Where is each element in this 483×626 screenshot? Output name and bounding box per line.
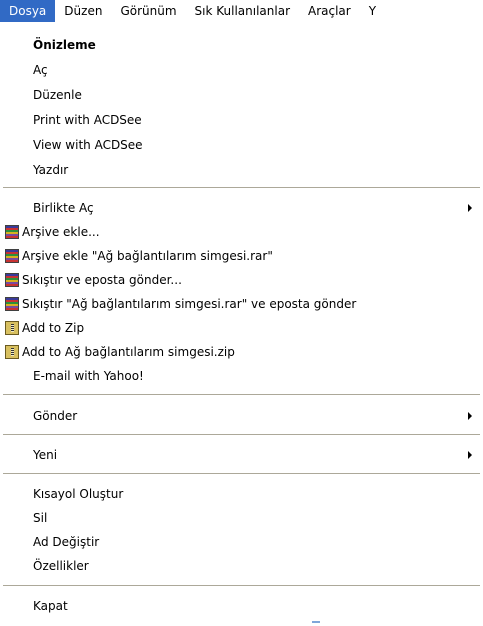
menu-item-close[interactable]: Kapat bbox=[0, 595, 483, 617]
menu-bar: Dosya Düzen Görünüm Sık Kullanılanlar Ar… bbox=[0, 0, 483, 22]
menu-item-label: Özellikler bbox=[33, 559, 89, 573]
menu-item-add-to-zip[interactable]: Add to Zip bbox=[0, 317, 483, 339]
menubar-edit[interactable]: Düzen bbox=[55, 0, 111, 22]
menu-item-label: Sil bbox=[33, 511, 48, 525]
menu-item-send-to[interactable]: Gönder bbox=[0, 405, 483, 427]
menu-item-label: Sıkıştır "Ağ bağlantılarım simgesi.rar" … bbox=[22, 297, 357, 311]
menu-item-label: E-mail with Yahoo! bbox=[33, 369, 144, 383]
menu-item-label: Ad Değiştir bbox=[33, 535, 100, 549]
winrar-icon bbox=[5, 273, 19, 287]
menubar-help[interactable]: Y bbox=[360, 0, 385, 22]
menu-item-label: Add to Zip bbox=[22, 321, 85, 335]
menu-item-new[interactable]: Yeni bbox=[0, 444, 483, 466]
submenu-arrow-icon bbox=[468, 412, 472, 420]
winrar-icon bbox=[5, 249, 19, 263]
menu-item-label: Gönder bbox=[33, 409, 78, 423]
winzip-icon bbox=[5, 345, 19, 359]
menu-item-label: Kısayol Oluştur bbox=[33, 487, 124, 501]
menu-item-label: Yeni bbox=[33, 448, 58, 462]
menu-item-compress-email[interactable]: Sıkıştır ve eposta gönder... bbox=[0, 269, 483, 291]
menu-separator bbox=[3, 187, 480, 188]
menubar-file[interactable]: Dosya bbox=[0, 0, 56, 22]
menubar-tools[interactable]: Araçlar bbox=[299, 0, 360, 22]
menu-item-open[interactable]: Aç bbox=[0, 59, 483, 81]
menubar-favorites[interactable]: Sık Kullanılanlar bbox=[186, 0, 299, 22]
menu-item-preview[interactable]: Önizleme bbox=[0, 34, 483, 56]
menu-separator bbox=[3, 434, 480, 435]
menu-item-label: Add to Ağ bağlantılarım simgesi.zip bbox=[22, 345, 235, 359]
menu-item-view-acdsee[interactable]: View with ACDSee bbox=[0, 134, 483, 156]
menu-item-add-to-rar[interactable]: Arşive ekle "Ağ bağlantılarım simgesi.ra… bbox=[0, 245, 483, 267]
menu-item-label: Birlikte Aç bbox=[33, 201, 94, 215]
menu-item-label: Arşive ekle... bbox=[22, 225, 100, 239]
menu-item-create-shortcut[interactable]: Kısayol Oluştur bbox=[0, 483, 483, 505]
menu-item-label: Arşive ekle "Ağ bağlantılarım simgesi.ra… bbox=[22, 249, 273, 263]
menu-item-label: Yazdır bbox=[33, 163, 69, 177]
menu-item-print[interactable]: Yazdır bbox=[0, 159, 483, 181]
menu-item-properties[interactable]: Özellikler bbox=[0, 555, 483, 577]
menu-item-compress-rar-email[interactable]: Sıkıştır "Ağ bağlantılarım simgesi.rar" … bbox=[0, 293, 483, 315]
menu-item-add-to-archive[interactable]: Arşive ekle... bbox=[0, 221, 483, 243]
menu-item-rename[interactable]: Ad Değiştir bbox=[0, 531, 483, 553]
winzip-icon bbox=[5, 321, 19, 335]
menu-item-label: Aç bbox=[33, 63, 48, 77]
menu-separator bbox=[3, 585, 480, 586]
menu-item-print-acdsee[interactable]: Print with ACDSee bbox=[0, 109, 483, 131]
menubar-view[interactable]: Görünüm bbox=[111, 0, 185, 22]
menu-separator bbox=[3, 473, 480, 474]
menu-item-label: View with ACDSee bbox=[33, 138, 143, 152]
menu-item-email-yahoo[interactable]: E-mail with Yahoo! bbox=[0, 365, 483, 387]
menu-item-delete[interactable]: Sil bbox=[0, 507, 483, 529]
menu-item-label: Önizleme bbox=[33, 38, 96, 52]
winrar-icon bbox=[5, 297, 19, 311]
menu-item-open-with[interactable]: Birlikte Aç bbox=[0, 197, 483, 219]
menu-item-label: Print with ACDSee bbox=[33, 113, 142, 127]
menu-item-label: Kapat bbox=[33, 599, 68, 613]
winrar-icon bbox=[5, 225, 19, 239]
menu-item-add-to-named-zip[interactable]: Add to Ağ bağlantılarım simgesi.zip bbox=[0, 341, 483, 363]
submenu-arrow-icon bbox=[468, 204, 472, 212]
menu-bottom-edge bbox=[0, 618, 483, 626]
submenu-arrow-icon bbox=[468, 451, 472, 459]
menu-item-edit[interactable]: Düzenle bbox=[0, 84, 483, 106]
file-menu-dropdown: Önizleme Aç Düzenle Print with ACDSee Vi… bbox=[0, 22, 483, 626]
menu-item-label: Sıkıştır ve eposta gönder... bbox=[22, 273, 182, 287]
menu-separator bbox=[3, 394, 480, 395]
menu-item-label: Düzenle bbox=[33, 88, 82, 102]
